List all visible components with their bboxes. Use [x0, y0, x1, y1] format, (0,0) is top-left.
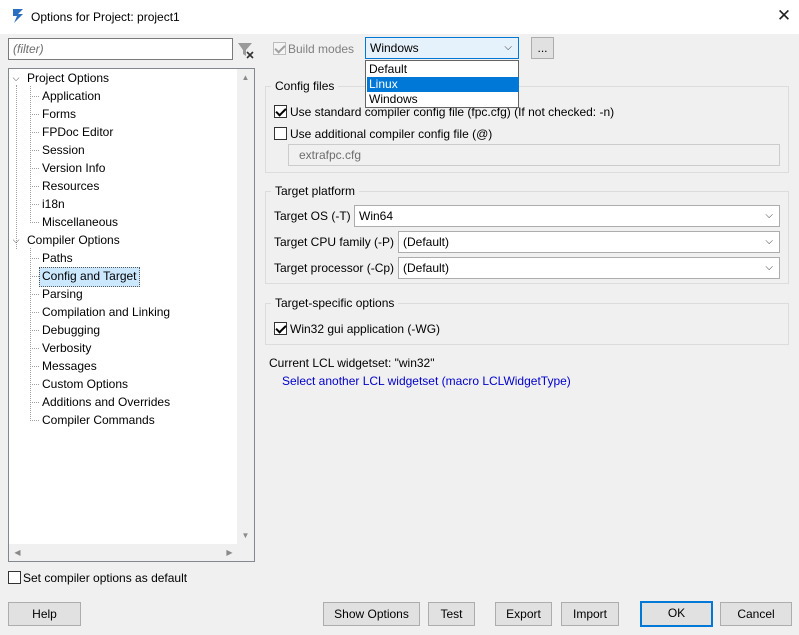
- import-button[interactable]: Import: [561, 602, 619, 626]
- scroll-left-icon[interactable]: ◀: [9, 544, 26, 561]
- use-additional-config-label: Use additional compiler config file (@): [290, 127, 493, 141]
- chevron-down-icon[interactable]: ⌵: [11, 73, 21, 83]
- help-button[interactable]: Help: [8, 602, 81, 626]
- chevron-down-icon: ⌵: [765, 262, 773, 273]
- select-lcl-widgetset-link[interactable]: Select another LCL widgetset (macro LCLW…: [282, 374, 571, 388]
- tree-connector: [30, 86, 31, 223]
- tree-item-version-info[interactable]: Version Info: [40, 159, 107, 177]
- show-options-button[interactable]: Show Options: [323, 602, 420, 626]
- target-processor-select[interactable]: (Default) ⌵: [398, 257, 780, 279]
- config-files-title: Config files: [271, 79, 339, 93]
- scroll-up-icon[interactable]: ▲: [237, 69, 254, 86]
- window-title: Options for Project: project1: [31, 10, 180, 24]
- ok-button[interactable]: OK: [640, 601, 713, 627]
- options-tree[interactable]: ⌵ Project Options Application Forms FPDo…: [8, 68, 255, 562]
- scroll-down-icon[interactable]: ▼: [237, 527, 254, 544]
- build-modes-select[interactable]: Windows ⌵: [365, 37, 519, 59]
- target-os-value: Win64: [359, 209, 394, 223]
- use-standard-config-checkbox[interactable]: [274, 105, 287, 118]
- use-additional-config-checkbox[interactable]: [274, 127, 287, 140]
- tree-item-additions-and-overrides[interactable]: Additions and Overrides: [40, 393, 172, 411]
- set-default-checkbox[interactable]: [8, 571, 21, 584]
- lazarus-app-icon: [13, 9, 23, 23]
- horizontal-scrollbar[interactable]: ◀ ▶: [9, 544, 238, 561]
- current-lcl-widgetset: Current LCL widgetset: "win32": [269, 356, 435, 370]
- target-platform-title: Target platform: [271, 184, 360, 198]
- build-modes-dropdown[interactable]: Default Linux Windows: [365, 60, 519, 108]
- build-modes-edit-button[interactable]: ...: [531, 37, 554, 59]
- chevron-down-icon: ⌵: [765, 236, 773, 247]
- win32-gui-label: Win32 gui application (-WG): [290, 322, 441, 336]
- export-button[interactable]: Export: [495, 602, 552, 626]
- dropdown-option-default[interactable]: Default: [367, 62, 519, 77]
- tree-item-custom-options[interactable]: Custom Options: [40, 375, 130, 393]
- tree-item-paths[interactable]: Paths: [40, 249, 75, 267]
- build-modes-checkbox[interactable]: [273, 42, 286, 55]
- target-cpu-label: Target CPU family (-P): [274, 235, 395, 249]
- title-bar: Options for Project: project1 ✕: [0, 0, 799, 34]
- tree-item-forms[interactable]: Forms: [40, 105, 78, 123]
- tree-item-application[interactable]: Application: [40, 87, 103, 105]
- close-icon[interactable]: ✕: [772, 5, 796, 27]
- tree-item-config-and-target[interactable]: Config and Target: [39, 267, 140, 287]
- tree-item-miscellaneous[interactable]: Miscellaneous: [40, 213, 120, 231]
- filter-input[interactable]: (filter): [8, 38, 233, 60]
- dropdown-option-windows[interactable]: Windows: [367, 92, 519, 107]
- tree-item-debugging[interactable]: Debugging: [40, 321, 102, 339]
- set-default-label: Set compiler options as default: [23, 571, 188, 585]
- vertical-scrollbar[interactable]: ▲ ▼: [237, 69, 254, 561]
- dropdown-option-linux[interactable]: Linux: [367, 77, 519, 92]
- chevron-down-icon[interactable]: ⌵: [11, 235, 21, 245]
- tree-connector: [30, 248, 31, 421]
- chevron-down-icon: ⌵: [765, 210, 773, 221]
- scroll-right-icon[interactable]: ▶: [221, 544, 238, 561]
- tree-item-parsing[interactable]: Parsing: [40, 285, 85, 303]
- build-modes-value: Windows: [370, 41, 419, 55]
- tree-item-compiler-commands[interactable]: Compiler Commands: [40, 411, 157, 429]
- tree-item-resources[interactable]: Resources: [40, 177, 101, 195]
- target-specific-title: Target-specific options: [271, 296, 399, 310]
- win32-gui-checkbox[interactable]: [274, 322, 287, 335]
- tree-item-i18n[interactable]: i18n: [40, 195, 67, 213]
- target-os-label: Target OS (-T): [274, 209, 351, 223]
- tree-item-compiler-options[interactable]: Compiler Options: [25, 231, 122, 249]
- tree-connector: [16, 85, 17, 249]
- tree-item-fpdoc-editor[interactable]: FPDoc Editor: [40, 123, 115, 141]
- tree-item-verbosity[interactable]: Verbosity: [40, 339, 93, 357]
- cancel-button[interactable]: Cancel: [720, 602, 792, 626]
- tree-item-project-options[interactable]: Project Options: [25, 69, 111, 87]
- clear-filter-icon: [238, 43, 254, 59]
- target-os-select[interactable]: Win64 ⌵: [354, 205, 780, 227]
- target-processor-value: (Default): [403, 261, 450, 275]
- clear-filter-button[interactable]: [235, 38, 255, 60]
- tree-item-compilation-and-linking[interactable]: Compilation and Linking: [40, 303, 172, 321]
- test-button[interactable]: Test: [428, 602, 475, 626]
- target-cpu-value: (Default): [403, 235, 450, 249]
- build-modes-label: Build modes: [288, 42, 355, 56]
- additional-config-field[interactable]: extrafpc.cfg: [288, 144, 780, 166]
- target-cpu-select[interactable]: (Default) ⌵: [398, 231, 780, 253]
- chevron-down-icon: ⌵: [504, 42, 512, 53]
- tree-item-messages[interactable]: Messages: [40, 357, 99, 375]
- tree-item-session[interactable]: Session: [40, 141, 87, 159]
- target-processor-label: Target processor (-Cp): [274, 261, 395, 275]
